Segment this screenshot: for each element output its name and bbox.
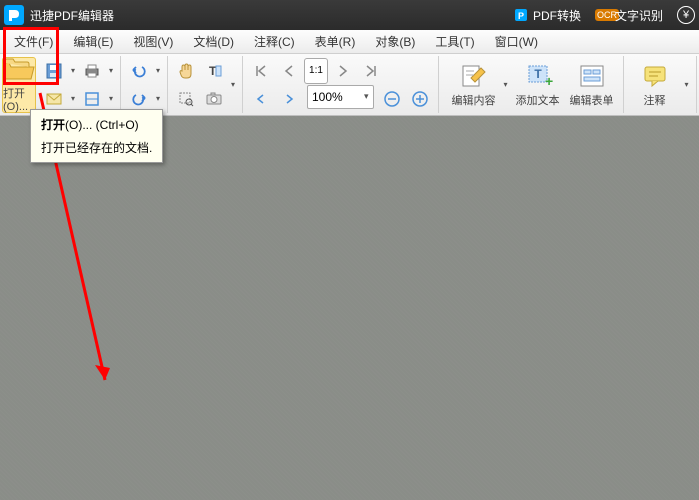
zoom-out[interactable]: [379, 86, 405, 112]
annotate-label: 注释: [644, 92, 666, 108]
menu-document[interactable]: 文档(D): [183, 31, 244, 52]
hand-dropdown[interactable]: ▾: [228, 80, 238, 89]
edit-content-dropdown[interactable]: ▾: [501, 80, 511, 89]
email-button[interactable]: [41, 86, 67, 112]
yen-icon: ¥: [677, 6, 695, 24]
edit-group: 编辑内容 ▾ T+ 添加文本 编辑表单: [439, 56, 624, 113]
print-dropdown[interactable]: ▾: [106, 57, 116, 85]
ocr-link[interactable]: OCR 文字识别: [595, 7, 663, 24]
edit-content-label: 编辑内容: [452, 92, 496, 108]
page-number[interactable]: 1:1: [304, 58, 328, 84]
menu-window[interactable]: 窗口(W): [485, 31, 548, 52]
cursor-group: T ▾: [168, 56, 243, 113]
annotate-group: 注释 ▾: [624, 56, 697, 113]
menu-view[interactable]: 视图(V): [123, 31, 183, 52]
scan-button[interactable]: [79, 86, 105, 112]
ocr-icon: OCR: [595, 7, 611, 23]
text-select-tool[interactable]: T: [201, 58, 227, 84]
undo-dropdown[interactable]: ▾: [153, 57, 163, 85]
menu-tool[interactable]: 工具(T): [425, 31, 484, 52]
titlebar: 迅捷PDF编辑器 P PDF转换 OCR 文字识别 ¥: [0, 0, 699, 30]
document-canvas[interactable]: [0, 116, 699, 500]
tooltip-title-a: 打开: [41, 118, 65, 132]
next-page[interactable]: [330, 58, 356, 84]
annotate-button[interactable]: 注释: [628, 57, 682, 113]
open-button[interactable]: 打开(O)...: [2, 57, 36, 113]
svg-text:+: +: [545, 73, 553, 89]
pay-button[interactable]: ¥: [677, 6, 695, 24]
page-nav-group: 1:1 ▾: [243, 56, 439, 113]
menu-comment[interactable]: 注释(C): [244, 31, 305, 52]
menu-object[interactable]: 对象(B): [365, 31, 425, 52]
ocr-label: 文字识别: [615, 7, 663, 24]
snapshot-tool[interactable]: [201, 86, 227, 112]
tooltip: 打开(O)... (Ctrl+O) 打开已经存在的文档.: [30, 109, 163, 163]
menu-edit[interactable]: 编辑(E): [63, 31, 123, 52]
pdf-convert-link[interactable]: P PDF转换: [513, 7, 581, 24]
toolbar: 打开(O)... ▾ ▾ ▾ ▾ ▾: [0, 54, 699, 116]
print-button[interactable]: [79, 58, 105, 84]
last-page[interactable]: [358, 58, 384, 84]
add-text-label: 添加文本: [516, 92, 560, 108]
save-dropdown[interactable]: ▾: [68, 57, 78, 85]
app-logo: [4, 5, 24, 25]
svg-text:T: T: [534, 67, 542, 81]
folder-open-icon: [3, 57, 35, 83]
redo-button[interactable]: [126, 86, 152, 112]
tooltip-desc: 打开已经存在的文档.: [41, 139, 152, 156]
prev-view[interactable]: [248, 86, 274, 112]
hand-tool[interactable]: [173, 58, 199, 84]
annotate-dropdown[interactable]: ▾: [682, 80, 692, 89]
first-page[interactable]: [248, 58, 274, 84]
pdf-convert-icon: P: [513, 7, 529, 23]
zoom-in[interactable]: [407, 86, 433, 112]
marquee-zoom-tool[interactable]: [173, 86, 199, 112]
edit-form-label: 编辑表单: [570, 92, 614, 108]
history-group: ▾ ▾: [121, 56, 168, 113]
file-ops-group: ▾ ▾ ▾ ▾: [36, 56, 121, 113]
app-title: 迅捷PDF编辑器: [30, 7, 114, 24]
add-text-button[interactable]: T+ 添加文本: [511, 57, 565, 113]
edit-content-button[interactable]: 编辑内容: [447, 57, 501, 113]
prev-page[interactable]: [276, 58, 302, 84]
zoom-field[interactable]: [308, 88, 360, 106]
svg-text:P: P: [518, 11, 524, 21]
undo-button[interactable]: [126, 58, 152, 84]
next-view[interactable]: [276, 86, 302, 112]
edit-form-button[interactable]: 编辑表单: [565, 57, 619, 113]
tooltip-title-b: (O)... (Ctrl+O): [65, 118, 139, 132]
menubar: 文件(F) 编辑(E) 视图(V) 文档(D) 注释(C) 表单(R) 对象(B…: [0, 30, 699, 54]
zoom-dropdown[interactable]: ▾: [360, 91, 373, 102]
menu-file[interactable]: 文件(F): [4, 31, 63, 52]
pdf-convert-label: PDF转换: [533, 7, 581, 24]
menu-form[interactable]: 表单(R): [305, 31, 366, 52]
save-button[interactable]: [41, 58, 67, 84]
zoom-input[interactable]: ▾: [307, 85, 374, 109]
